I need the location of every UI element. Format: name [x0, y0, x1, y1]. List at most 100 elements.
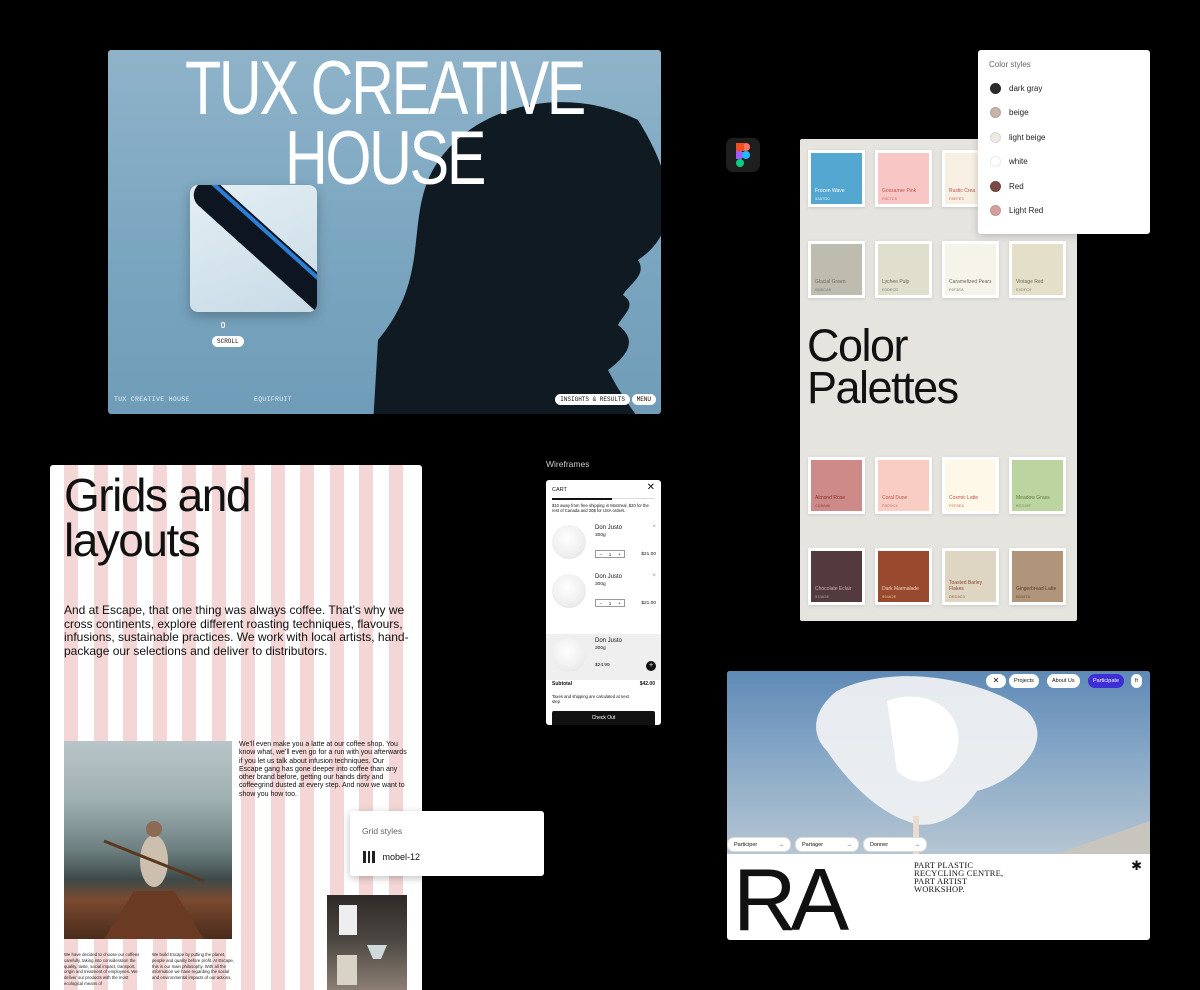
nav-about-us[interactable]: About Us	[1047, 674, 1080, 688]
product-image	[552, 638, 586, 672]
cart-title: CART	[552, 487, 567, 493]
product-price: $24.99	[595, 663, 610, 668]
swatch-name: Meadow Grass	[1016, 495, 1050, 501]
color-swatch[interactable]: Frozen Wave 53A7D0	[808, 150, 865, 207]
donner-link[interactable]: Donner →	[863, 837, 927, 852]
quantity-stepper[interactable]: − 1 +	[595, 599, 625, 607]
color-swatch[interactable]: Dark Marmalade 994A2E	[875, 548, 932, 605]
partager-label: Partager	[802, 842, 824, 848]
color-style-item[interactable]: beige	[990, 107, 1029, 119]
color-swatch[interactable]: Gossamer Pink F8C7C5	[875, 150, 932, 207]
color-dot	[990, 107, 1001, 118]
color-swatch[interactable]: Lychee Pulp E0DECD	[875, 241, 932, 298]
menu-button[interactable]: MENU	[631, 394, 656, 405]
swatch-hex: E4DFC9	[1016, 287, 1032, 292]
product-name: Don Justo	[595, 638, 623, 644]
color-swatch[interactable]: Vintage Red E4DFC9	[1009, 241, 1066, 298]
checkout-button[interactable]: Check Out	[552, 711, 655, 725]
color-swatch[interactable]: Coral Dune F8CDC4	[875, 457, 932, 514]
product-price: $21.00	[641, 601, 656, 606]
secondary-paragraph: We’ll even make you a latte at our coffe…	[239, 741, 407, 798]
swatch-hex: FEF8E8	[949, 503, 964, 508]
columns-grid-icon	[363, 851, 375, 863]
swatch-name: Gingerbread Latte	[1016, 586, 1057, 592]
color-style-item[interactable]: Light Red	[990, 205, 1043, 217]
color-style-item[interactable]: white	[990, 156, 1028, 168]
color-style-item[interactable]: dark gray	[990, 82, 1042, 94]
quantity-stepper[interactable]: − 1 +	[595, 550, 625, 558]
color-swatch[interactable]: Glacial Green BDBCAE	[808, 241, 865, 298]
minus-icon[interactable]: −	[599, 552, 602, 557]
swatch-name: Almond Rose	[815, 495, 846, 501]
swatch-name: Lychee Pulp	[882, 279, 910, 285]
logo-icon[interactable]: ✕	[986, 674, 1006, 688]
grid-styles-panel: Grid styles mobel-12	[350, 811, 544, 876]
scroll-icon	[221, 322, 225, 328]
quantity-value: 1	[608, 600, 612, 606]
scroll-button[interactable]: SCROLL	[212, 336, 244, 347]
swatch-hex: 994A2E	[882, 594, 897, 599]
color-swatch[interactable]: Caramelized Pears F6F3EA	[942, 241, 999, 298]
color-dot	[990, 82, 1001, 94]
quantity-value: 1	[608, 551, 612, 557]
upsell-item: Don Justo 300g $24.99 +	[546, 634, 661, 680]
minus-icon[interactable]: −	[599, 601, 602, 606]
plus-icon[interactable]: +	[618, 601, 621, 606]
shipping-note: $10 away from free shipping in Montreal,…	[552, 503, 649, 513]
footer-client[interactable]: EQUIFRUIT	[254, 396, 292, 403]
canoe-photo	[64, 741, 232, 939]
swatch-hex: 533A3E	[815, 594, 830, 599]
tux-hero-card: TUX CREATIVE HOUSE SCROLL TUX CREATIVE H…	[108, 50, 661, 414]
color-swatch[interactable]: Gingerbread Latte B0957A	[1009, 548, 1066, 605]
color-styles-panel: Color styles dark gray beige light beige wh…	[978, 50, 1150, 234]
remove-icon[interactable]: ×	[652, 524, 656, 530]
grid-style-item[interactable]: mobel-12	[363, 851, 420, 863]
color-swatch[interactable]: Toasted Barley Flakes DED5C3	[942, 548, 999, 605]
product-weight: 300g	[595, 646, 606, 651]
arrow-right-icon: →	[914, 842, 921, 848]
asterisk-icon: ✱	[1131, 858, 1142, 873]
color-swatch[interactable]: Cosmic Latte FEF8E8	[942, 457, 999, 514]
top-nav-participate: Participate	[1088, 674, 1124, 688]
remove-icon[interactable]: ×	[652, 573, 656, 579]
product-image	[552, 525, 586, 559]
footer-brand[interactable]: TUX CREATIVE HOUSE	[114, 396, 190, 403]
swatch-hex: E0DECD	[882, 287, 899, 292]
plus-icon[interactable]: +	[618, 552, 621, 557]
palettes-title: Color Palettes	[807, 320, 959, 413]
wireframes-label: Wireframes	[546, 459, 590, 469]
swatch-hex: F8C7C5	[882, 196, 897, 201]
donner-label: Donner	[870, 842, 889, 848]
grid-styles-header: Grid styles	[362, 826, 403, 836]
close-icon[interactable]: ✕	[647, 483, 655, 493]
swatch-hex: B0957A	[1016, 594, 1031, 599]
grid-style-label: mobel-12	[382, 852, 421, 862]
insights-button[interactable]: INSIGHTS & RESULTS	[555, 394, 630, 405]
intro-paragraph: And at Escape, that one thing was always…	[64, 603, 409, 658]
product-weight: 300g	[595, 533, 606, 538]
color-swatch[interactable]: Meadow Grass BCD49F	[1009, 457, 1066, 514]
swatch-hex: F8CDC4	[882, 503, 898, 508]
swatch-hex: F6F3EA	[949, 287, 964, 292]
color-style-item[interactable]: light beige	[990, 131, 1045, 143]
grids-layouts-board: Grids and layouts And at Escape, that on…	[50, 465, 422, 990]
color-dot	[990, 131, 1001, 143]
swatch-hex: DED5C3	[949, 594, 965, 599]
nav-projects[interactable]: Projects	[1009, 674, 1039, 688]
color-style-label: dark gray	[1009, 83, 1043, 93]
color-dot	[990, 156, 1001, 167]
add-icon[interactable]: +	[646, 661, 656, 671]
color-style-item[interactable]: Red	[990, 180, 1024, 192]
language-toggle[interactable]: fr	[1131, 674, 1143, 688]
product-name: Don Justo	[595, 525, 623, 531]
color-style-label: light beige	[1009, 132, 1046, 142]
participer-label: Participer	[734, 842, 758, 848]
arrow-right-icon: →	[846, 842, 853, 848]
color-style-label: Red	[1009, 181, 1024, 191]
swatch-name: Glacial Green	[815, 279, 846, 285]
swatch-name: Vintage Red	[1016, 279, 1044, 285]
color-swatch[interactable]: Almond Rose CD8A88	[808, 457, 865, 514]
figma-icon[interactable]	[726, 138, 760, 172]
nav-participate[interactable]: Participate	[1088, 674, 1124, 688]
color-swatch[interactable]: Chocolate Eclair 533A3E	[808, 548, 865, 605]
